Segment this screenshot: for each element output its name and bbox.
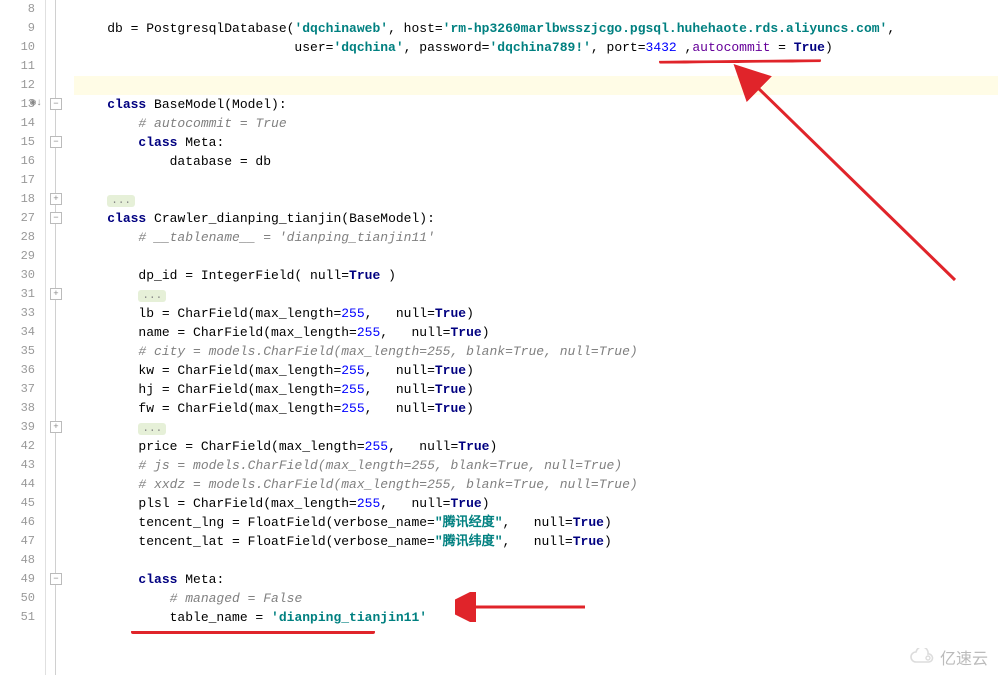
code-line[interactable] (74, 76, 998, 95)
code-line[interactable]: tencent_lat = FloatField(verbose_name="腾… (74, 532, 998, 551)
line-number: 10 (0, 38, 35, 57)
line-number: 38 (0, 399, 35, 418)
code-line[interactable]: ... (74, 190, 998, 209)
code-line[interactable]: class Crawler_dianping_tianjin(BaseModel… (74, 209, 998, 228)
line-number: 29 (0, 247, 35, 266)
line-number: 33 (0, 304, 35, 323)
code-line[interactable]: db = PostgresqlDatabase('dqchinaweb', ho… (74, 19, 998, 38)
code-line[interactable]: kw = CharField(max_length=255, null=True… (74, 361, 998, 380)
code-line[interactable]: dp_id = IntegerField( null=True ) (74, 266, 998, 285)
code-line[interactable]: class BaseModel(Model): (74, 95, 998, 114)
code-editor: 8910111213141516171827282930313334353637… (0, 0, 998, 675)
fold-expand-icon[interactable]: + (50, 288, 62, 300)
line-number: 18 (0, 190, 35, 209)
code-line[interactable]: price = CharField(max_length=255, null=T… (74, 437, 998, 456)
code-line[interactable] (74, 57, 998, 76)
code-line[interactable]: fw = CharField(max_length=255, null=True… (74, 399, 998, 418)
code-line[interactable]: table_name = 'dianping_tianjin11' (74, 608, 998, 627)
line-number: 27 (0, 209, 35, 228)
fold-collapse-icon[interactable]: − (50, 136, 62, 148)
line-number: 9 (0, 19, 35, 38)
code-line[interactable]: tencent_lng = FloatField(verbose_name="腾… (74, 513, 998, 532)
line-number: 15 (0, 133, 35, 152)
fold-collapse-icon[interactable]: − (50, 212, 62, 224)
code-line[interactable]: # managed = False (74, 589, 998, 608)
line-number: 16 (0, 152, 35, 171)
line-number: 51 (0, 608, 35, 627)
fold-collapse-icon[interactable]: − (50, 573, 62, 585)
code-line[interactable]: ... (74, 285, 998, 304)
code-line[interactable] (74, 0, 998, 19)
code-line[interactable]: # xxdz = models.CharField(max_length=255… (74, 475, 998, 494)
line-number: 12 (0, 76, 35, 95)
line-number: 43 (0, 456, 35, 475)
code-line[interactable]: ... (74, 418, 998, 437)
line-number: 47 (0, 532, 35, 551)
code-line[interactable]: plsl = CharField(max_length=255, null=Tr… (74, 494, 998, 513)
line-number: 30 (0, 266, 35, 285)
code-line[interactable]: # autocommit = True (74, 114, 998, 133)
line-number: 42 (0, 437, 35, 456)
code-line[interactable]: class Meta: (74, 570, 998, 589)
line-number: 39 (0, 418, 35, 437)
code-line[interactable] (74, 646, 998, 665)
line-number: 11 (0, 57, 35, 76)
line-number: 46 (0, 513, 35, 532)
code-text-area[interactable]: db = PostgresqlDatabase('dqchinaweb', ho… (74, 0, 998, 675)
code-line[interactable] (74, 171, 998, 190)
watermark: 亿速云 (908, 645, 988, 669)
code-line[interactable]: # __tablename__ = 'dianping_tianjin11' (74, 228, 998, 247)
line-number (0, 627, 35, 646)
line-number: 48 (0, 551, 35, 570)
code-line[interactable] (74, 247, 998, 266)
line-number: 35 (0, 342, 35, 361)
line-number: 49 (0, 570, 35, 589)
code-line[interactable]: lb = CharField(max_length=255, null=True… (74, 304, 998, 323)
line-number: 28 (0, 228, 35, 247)
annotation-underline-tablename (131, 630, 375, 634)
watermark-text: 亿速云 (940, 645, 988, 669)
line-number: 45 (0, 494, 35, 513)
line-number: 36 (0, 361, 35, 380)
line-number (0, 646, 35, 665)
code-line[interactable]: class Meta: (74, 133, 998, 152)
line-number: 50 (0, 589, 35, 608)
code-line[interactable]: user='dqchina', password='dqchina789!', … (74, 38, 998, 57)
line-number: 37 (0, 380, 35, 399)
fold-collapse-icon[interactable]: − (50, 98, 62, 110)
code-line[interactable]: # city = models.CharField(max_length=255… (74, 342, 998, 361)
line-number: 44 (0, 475, 35, 494)
fold-expand-icon[interactable]: + (50, 193, 62, 205)
line-number: 17 (0, 171, 35, 190)
code-line[interactable]: # js = models.CharField(max_length=255, … (74, 456, 998, 475)
fold-expand-icon[interactable]: + (50, 421, 62, 433)
cloud-icon (908, 648, 936, 666)
line-number: 31 (0, 285, 35, 304)
code-line[interactable] (74, 551, 998, 570)
line-number: 14 (0, 114, 35, 133)
code-line[interactable]: name = CharField(max_length=255, null=Tr… (74, 323, 998, 342)
code-line[interactable]: database = db (74, 152, 998, 171)
line-number: 34 (0, 323, 35, 342)
fold-column: −◉↓−+−++− (46, 0, 74, 675)
line-number: 8 (0, 0, 35, 19)
code-line[interactable]: hj = CharField(max_length=255, null=True… (74, 380, 998, 399)
breakpoint-marker[interactable]: ◉↓ (30, 97, 44, 109)
